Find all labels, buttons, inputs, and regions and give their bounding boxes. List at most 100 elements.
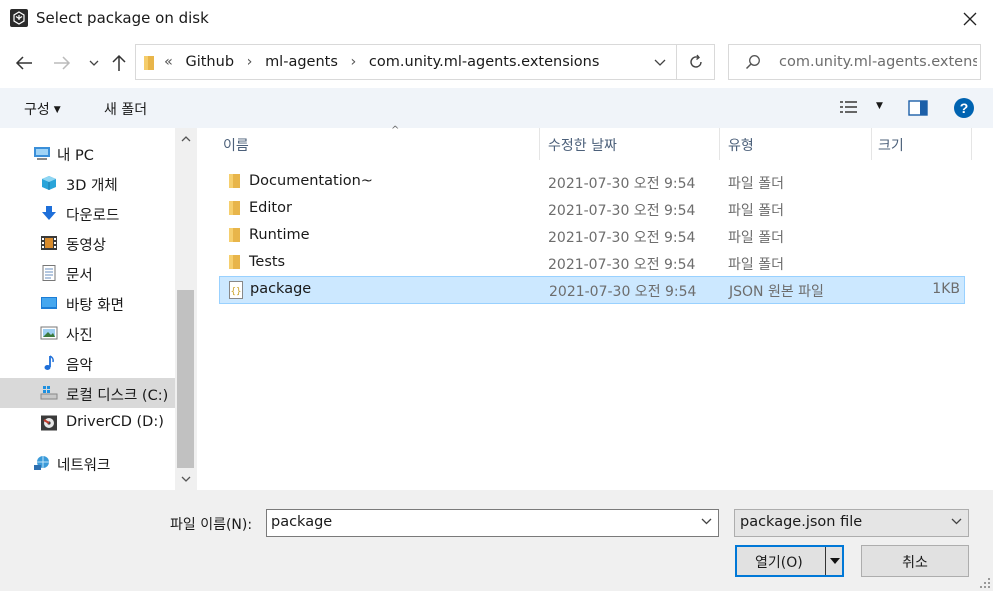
column-header-date[interactable]: 수정한 날짜 xyxy=(540,128,720,160)
nav-label: 음악 xyxy=(66,358,93,374)
nav-item-documents[interactable]: 문서 xyxy=(0,258,175,288)
refresh-icon xyxy=(689,54,702,68)
folder-icon xyxy=(229,228,240,242)
nav-item-pictures[interactable]: 사진 xyxy=(0,318,175,348)
filename-field[interactable]: package xyxy=(266,509,719,537)
breadcrumb-github[interactable]: Github xyxy=(185,54,234,70)
local-disk-icon xyxy=(40,386,58,400)
nav-label: 3D 개체 xyxy=(66,178,118,194)
search-input[interactable]: com.unity.ml-agents.extensi... xyxy=(728,44,981,80)
chevron-down-icon xyxy=(701,518,712,525)
help-icon: ? xyxy=(954,98,974,118)
breadcrumb-ml-agents[interactable]: ml-agents xyxy=(265,54,338,70)
nav-item-local-disk[interactable]: 로컬 디스크 (C:) xyxy=(0,378,175,408)
caret-down-icon xyxy=(830,558,840,564)
column-header-type[interactable]: 유형 xyxy=(720,128,872,160)
document-icon xyxy=(42,265,56,281)
chevron-down-icon xyxy=(181,476,191,482)
up-button[interactable] xyxy=(107,51,131,75)
folder-icon xyxy=(229,255,240,269)
caret-down-icon: ▼ xyxy=(53,105,61,115)
file-row-runtime[interactable]: Runtime 2021-07-30 오전 9:54 파일 폴더 xyxy=(219,223,965,249)
view-dropdown-button[interactable]: ▼ xyxy=(872,98,883,114)
scroll-up-button[interactable] xyxy=(175,128,197,150)
back-button[interactable] xyxy=(12,51,36,75)
open-button[interactable]: 열기(O) xyxy=(735,545,844,577)
file-name: Tests xyxy=(249,254,286,270)
3d-objects-icon xyxy=(42,176,56,190)
video-icon xyxy=(41,236,57,250)
sort-ascending-icon: ^ xyxy=(391,125,400,136)
nav-label: 동영상 xyxy=(66,238,107,254)
file-date: 2021-07-30 오전 9:54 xyxy=(548,257,696,273)
address-history-button[interactable] xyxy=(644,45,676,79)
svg-text:{}: {} xyxy=(231,287,242,297)
recent-locations-button[interactable] xyxy=(82,51,106,75)
view-options-button[interactable] xyxy=(840,100,860,118)
new-folder-button[interactable]: 새 폴더 xyxy=(104,99,147,119)
cancel-label: 취소 xyxy=(902,555,928,571)
nav-item-3d-objects[interactable]: 3D 개체 xyxy=(0,168,175,198)
network-icon xyxy=(34,456,49,470)
forward-button[interactable] xyxy=(50,51,74,75)
cancel-button[interactable]: 취소 xyxy=(861,545,969,577)
file-date: 2021-07-30 오전 9:54 xyxy=(548,230,696,246)
file-date: 2021-07-30 오전 9:54 xyxy=(548,203,696,219)
column-header-name[interactable]: 이름 ^ xyxy=(215,125,540,160)
file-name: Runtime xyxy=(249,227,310,243)
nav-item-this-pc[interactable]: 내 PC xyxy=(0,138,175,168)
svg-text:?: ? xyxy=(960,100,969,116)
window-title: Select package on disk xyxy=(36,9,209,27)
preview-pane-icon xyxy=(908,100,928,116)
resize-grip-icon[interactable] xyxy=(979,577,991,589)
nav-scrollbar[interactable] xyxy=(175,128,197,490)
caret-down-icon: ▼ xyxy=(876,101,883,111)
chevron-down-icon xyxy=(654,59,666,66)
chevron-down-icon xyxy=(951,518,962,525)
file-type: 파일 폴더 xyxy=(728,176,784,192)
nav-item-videos[interactable]: 동영상 xyxy=(0,228,175,258)
close-icon xyxy=(963,12,977,26)
breadcrumb-separator-icon[interactable]: › xyxy=(247,54,253,70)
scroll-thumb[interactable] xyxy=(177,290,194,468)
nav-label: DriverCD (D:) xyxy=(66,414,164,430)
nav-label: 바탕 화면 xyxy=(66,298,124,314)
nav-item-network[interactable]: 네트워크 xyxy=(0,448,175,478)
nav-label: 사진 xyxy=(66,328,93,344)
breadcrumb-overflow[interactable]: « xyxy=(164,54,173,70)
breadcrumb-extensions[interactable]: com.unity.ml-agents.extensions xyxy=(369,54,599,70)
file-row-package[interactable]: {} package 2021-07-30 오전 9:54 JSON 원본 파일… xyxy=(219,276,965,304)
music-icon xyxy=(44,355,54,370)
nav-item-desktop[interactable]: 바탕 화면 xyxy=(0,288,175,318)
column-name-label: 이름 xyxy=(223,138,249,154)
address-bar[interactable]: « Github › ml-agents › com.unity.ml-agen… xyxy=(135,44,715,80)
column-header-size[interactable]: 크기 xyxy=(872,128,972,160)
filetype-select[interactable]: package.json file xyxy=(734,509,969,537)
folder-icon xyxy=(229,201,240,215)
nav-label: 내 PC xyxy=(57,148,94,164)
scroll-down-button[interactable] xyxy=(175,468,197,490)
search-icon xyxy=(745,55,760,70)
preview-pane-button[interactable] xyxy=(908,100,928,120)
help-button[interactable]: ? xyxy=(953,97,975,123)
folder-icon xyxy=(144,56,154,70)
back-arrow-icon xyxy=(15,56,32,70)
nav-item-music[interactable]: 음악 xyxy=(0,348,175,378)
nav-item-downloads[interactable]: 다운로드 xyxy=(0,198,175,228)
close-button[interactable] xyxy=(947,0,993,38)
address-row: « Github › ml-agents › com.unity.ml-agen… xyxy=(0,38,993,88)
breadcrumb-separator-icon[interactable]: › xyxy=(351,54,357,70)
file-date: 2021-07-30 오전 9:54 xyxy=(548,176,696,192)
file-row-editor[interactable]: Editor 2021-07-30 오전 9:54 파일 폴더 xyxy=(219,196,965,222)
nav-item-drivercd[interactable]: DriverCD (D:) xyxy=(0,408,175,438)
refresh-button[interactable] xyxy=(676,45,714,79)
view-list-icon xyxy=(840,101,857,113)
navigation-pane: 내 PC 3D 개체 다운로드 동영상 문서 바탕 화면 사진 음악 로컬 디스… xyxy=(0,128,197,490)
search-placeholder: com.unity.ml-agents.extensi... xyxy=(779,54,977,70)
file-row-documentation[interactable]: Documentation~ 2021-07-30 오전 9:54 파일 폴더 xyxy=(219,169,965,195)
file-row-tests[interactable]: Tests 2021-07-30 오전 9:54 파일 폴더 xyxy=(219,250,965,276)
cd-drive-icon xyxy=(41,415,57,431)
organize-button[interactable]: 구성 ▼ xyxy=(24,99,61,119)
unity-logo-icon xyxy=(10,9,28,27)
nav-label: 문서 xyxy=(66,268,93,284)
